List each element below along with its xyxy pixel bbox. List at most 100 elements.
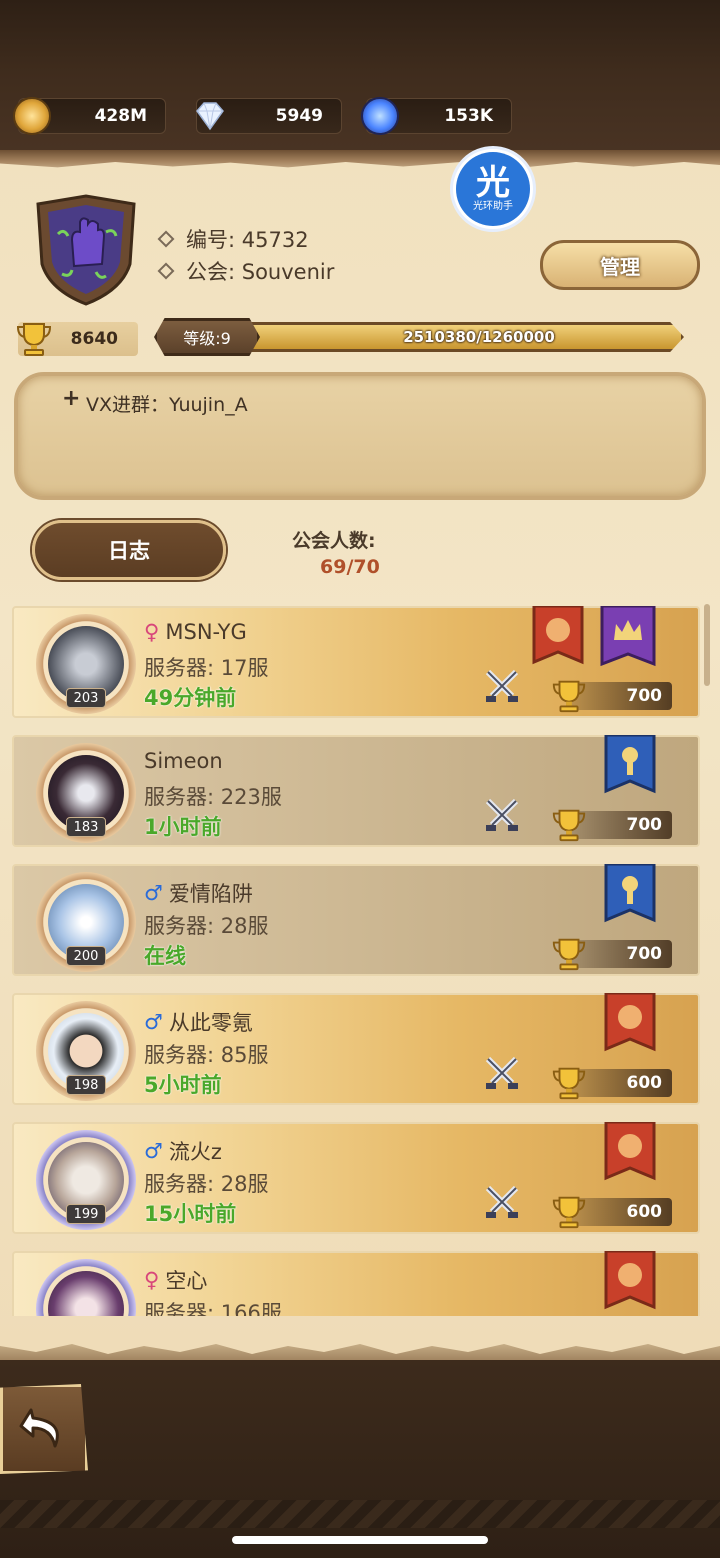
member-name-text: 空心 — [165, 1269, 208, 1293]
guild-trophy-value: 8640 — [70, 329, 118, 349]
member-server: 服务器: 17服 — [144, 656, 269, 680]
member-trophy-value: 600 — [626, 1073, 663, 1093]
dust-orb-icon — [361, 97, 399, 135]
member-name-text: 流火z — [168, 1140, 222, 1164]
member-avatar[interactable]: 199 — [36, 1130, 136, 1230]
red-banner-icon — [530, 604, 586, 670]
member-trophies: 700 — [552, 809, 672, 842]
member-trophy-value: 700 — [626, 944, 663, 964]
trophy-icon — [552, 680, 586, 713]
member-last-online: 5小时前 — [144, 1073, 222, 1097]
member-list[interactable]: 203 ♀ MSN-YG 服务器: 17服 49分钟前 700 183 Sime… — [0, 600, 720, 1316]
member-level: 200 — [66, 946, 106, 966]
helper-badge-label: 光环助手 — [473, 201, 513, 212]
member-avatar[interactable]: 203 — [36, 614, 136, 714]
plus-icon: + — [62, 386, 81, 411]
trophy-icon — [16, 323, 52, 356]
female-icon: ♀ — [144, 620, 160, 644]
member-last-online: 1小时前 — [144, 815, 222, 839]
purple-crown-banner-icon — [600, 604, 668, 670]
helper-badge-glyph: 光 — [476, 163, 510, 203]
diamond-bullet-icon — [157, 230, 175, 248]
home-indicator[interactable] — [232, 1536, 488, 1544]
member-trophies: 600 — [552, 1196, 672, 1229]
male-icon: ♂ — [144, 1139, 163, 1163]
log-button[interactable]: 日志 — [32, 520, 226, 580]
member-name: ♀ 空心 — [144, 1265, 207, 1295]
member-last-online: 在线 — [144, 944, 186, 968]
blue-banner-icon — [602, 733, 658, 799]
crossed-swords-icon — [485, 798, 519, 831]
member-row[interactable]: ♀ 空心 服务器: 166服 — [12, 1249, 700, 1316]
crossed-swords-icon — [485, 669, 519, 702]
member-level: 183 — [66, 817, 106, 837]
member-name-text: 从此零氪 — [168, 1011, 253, 1035]
member-level: 198 — [66, 1075, 106, 1095]
dust-amount: 153K — [444, 106, 493, 126]
member-avatar[interactable] — [36, 1259, 136, 1316]
member-avatar[interactable]: 200 — [36, 872, 136, 972]
member-name: ♂ 流火z — [144, 1136, 222, 1166]
top-resource-bar — [0, 0, 720, 160]
exp-progress-text: 2510380/1260000 — [403, 328, 555, 346]
dust-resource[interactable]: 153K — [361, 97, 512, 135]
manage-button[interactable]: 管理 — [540, 240, 700, 290]
list-scrollbar[interactable] — [704, 604, 710, 686]
crossed-swords-icon — [485, 1056, 519, 1089]
member-server: 服务器: 28服 — [144, 1172, 269, 1196]
guild-notice-board[interactable]: + VX进群：Yuujin_A — [14, 372, 706, 500]
member-name: ♀ MSN-YG — [144, 620, 247, 644]
member-row[interactable]: 203 ♀ MSN-YG 服务器: 17服 49分钟前 700 — [12, 604, 700, 718]
diamond-resource[interactable]: 5949 — [196, 98, 342, 134]
member-row[interactable]: 199 ♂ 流火z 服务器: 28服 15小时前 600 — [12, 1120, 700, 1234]
red-banner-icon — [602, 1120, 658, 1186]
bottom-bar — [0, 1360, 720, 1558]
guild-level-bar: 2510380/1260000 等级:9 — [154, 318, 694, 356]
diamond-amount: 5949 — [275, 106, 323, 126]
member-trophy-value: 600 — [626, 1202, 663, 1222]
trophy-icon — [552, 1196, 586, 1229]
female-icon: ♀ — [144, 1268, 160, 1292]
guild-id: 编号: 45732 — [157, 224, 309, 254]
member-server: 服务器: 223服 — [144, 785, 282, 809]
member-name-text: 爱情陷阱 — [168, 882, 253, 906]
member-avatar[interactable]: 183 — [36, 743, 136, 843]
member-server: 服务器: 85服 — [144, 1043, 269, 1067]
member-avatar[interactable]: 198 — [36, 1001, 136, 1101]
member-row[interactable]: 198 ♂ 从此零氪 服务器: 85服 5小时前 600 — [12, 991, 700, 1105]
diamond-bullet-icon — [157, 262, 175, 280]
red-banner-icon — [602, 1249, 658, 1315]
trophy-icon — [552, 938, 586, 971]
guild-level-label: 等级:9 — [154, 318, 260, 356]
red-banner-icon — [602, 991, 658, 1057]
member-server: 服务器: 166服 — [144, 1301, 282, 1316]
male-icon: ♂ — [144, 1010, 163, 1034]
member-name: Simeon — [144, 749, 223, 773]
gold-resource[interactable]: 428M — [13, 97, 166, 135]
back-button[interactable] — [0, 1384, 88, 1474]
guild-name: 公会: Souvenir — [157, 256, 335, 286]
member-level: 203 — [66, 688, 106, 708]
member-level: 199 — [66, 1204, 106, 1224]
diamond-icon — [191, 97, 229, 135]
bottom-pattern-strip — [0, 1500, 720, 1528]
member-name: ♂ 从此零氪 — [144, 1007, 253, 1037]
helper-app-badge[interactable]: 光 光环助手 — [450, 146, 536, 232]
member-count-label: 公会人数: — [292, 530, 376, 552]
guild-trophy-total: 8640 — [16, 322, 138, 356]
guild-crest-icon — [32, 194, 140, 306]
crossed-swords-icon — [485, 1185, 519, 1218]
trophy-icon — [552, 809, 586, 842]
trophy-icon — [552, 1067, 586, 1100]
member-name: ♂ 爱情陷阱 — [144, 878, 253, 908]
member-last-online: 15小时前 — [144, 1202, 237, 1226]
back-arrow-icon — [19, 1408, 59, 1448]
member-row[interactable]: 200 ♂ 爱情陷阱 服务器: 28服 在线 700 — [12, 862, 700, 976]
guild-notice-text: VX进群：Yuujin_A — [86, 394, 248, 416]
member-row[interactable]: 183 Simeon 服务器: 223服 1小时前 700 — [12, 733, 700, 847]
member-name-text: Simeon — [144, 749, 223, 773]
member-name-text: MSN-YG — [165, 620, 247, 644]
male-icon: ♂ — [144, 881, 163, 905]
guild-name-text: 公会: Souvenir — [186, 260, 335, 284]
member-trophies: 700 — [552, 680, 672, 713]
